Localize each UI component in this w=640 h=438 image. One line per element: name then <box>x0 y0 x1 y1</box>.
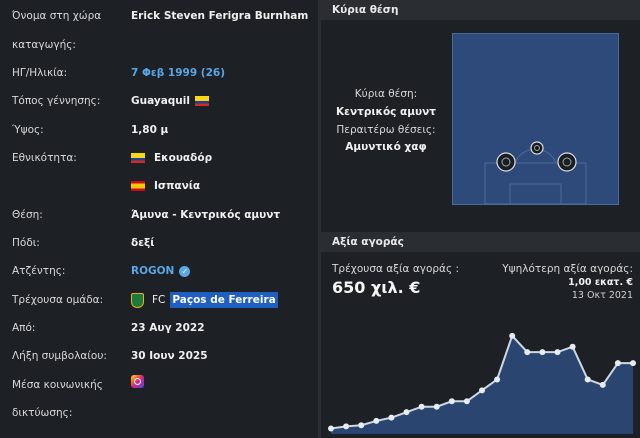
market-value-point[interactable] <box>448 398 455 405</box>
nationality-ecuador[interactable]: Εκουαδόρ <box>131 152 212 164</box>
market-value-point[interactable] <box>584 376 591 383</box>
market-value-point[interactable] <box>463 398 470 405</box>
value-birthplace: Guayaquil <box>131 95 209 107</box>
instagram-icon[interactable] <box>131 375 144 388</box>
highest-value: 1,00 εκατ. € <box>568 277 633 288</box>
value-contract: 30 Ιουν 2025 <box>131 350 208 362</box>
market-value-point[interactable] <box>569 343 576 350</box>
market-value-point[interactable] <box>418 403 425 410</box>
market-value-title: Αξία αγοράς <box>321 232 640 252</box>
current-value-label: Τρέχουσα αξία αγοράς : <box>332 263 460 275</box>
label-current-club: Τρέχουσα ομάδα: <box>12 294 104 306</box>
label-position: Θέση: <box>12 209 43 221</box>
pitch-svg <box>452 33 619 205</box>
ecuador-flag-icon <box>194 96 209 106</box>
birthdate-link[interactable]: 7 Φεβ 1999 (26) <box>131 67 225 79</box>
label-foot: Πόδι: <box>12 237 40 249</box>
label-birthdate: ΗΓ/Ηλικία: <box>12 67 68 79</box>
market-value-point[interactable] <box>494 376 501 383</box>
label-birthplace: Τόπος γέννησης: <box>12 95 101 107</box>
position-marker-dm <box>530 141 544 155</box>
label-nationality: Εθνικότητα: <box>12 152 77 164</box>
current-value: 650 χιλ. € <box>332 278 421 297</box>
position-markers <box>496 141 577 172</box>
other-positions-label: Περαιτέρω θέσεις: <box>336 124 436 136</box>
market-value-point[interactable] <box>373 417 380 424</box>
label-social-2: δικτύωσης: <box>12 407 73 419</box>
label-height: Ύψος: <box>12 124 44 136</box>
position-marker-right-cb <box>557 152 577 172</box>
ecuador-flag-icon <box>131 153 145 163</box>
current-club-link[interactable]: FC Paços de Ferreira <box>131 292 278 308</box>
club-crest-icon <box>131 292 144 308</box>
market-value-point[interactable] <box>479 387 485 394</box>
position-pitch <box>452 33 619 205</box>
agent-link[interactable]: ROGON ✓ <box>131 265 191 277</box>
label-native-name: Όνομα στη χώρα <box>12 10 102 22</box>
market-value-point[interactable] <box>328 425 334 432</box>
right-column: Κύρια θέση Κύρια θέση: Κεντρικός αμυντ Π… <box>321 0 640 438</box>
market-value-point[interactable] <box>403 409 410 416</box>
main-position-label: Κύρια θέση: <box>354 88 418 100</box>
market-value-point[interactable] <box>358 422 365 429</box>
position-panel-title: Κύρια θέση <box>321 0 640 20</box>
market-value-point[interactable] <box>388 414 395 421</box>
market-value-point[interactable] <box>630 360 636 367</box>
market-value-chart[interactable] <box>321 310 640 438</box>
market-value-point[interactable] <box>554 349 561 356</box>
main-position-value: Κεντρικός αμυντ <box>336 106 436 118</box>
market-value-point[interactable] <box>599 381 606 388</box>
market-value-point[interactable] <box>343 423 350 430</box>
label-contract: Λήξη συμβολαίου: <box>12 350 107 362</box>
position-marker-left-cb <box>496 152 516 172</box>
highest-value-label: Υψηλότερη αξία αγοράς: <box>502 263 633 275</box>
instagram-link[interactable] <box>131 375 144 388</box>
highest-value-date: 13 Οκτ 2021 <box>571 290 633 301</box>
other-positions-value: Αμυντικό χαφ <box>345 141 427 153</box>
verified-icon: ✓ <box>179 265 191 277</box>
market-value-point[interactable] <box>539 349 546 356</box>
profile-panel: Όνομα στη χώρα καταγωγής: ΗΓ/Ηλικία: Τόπ… <box>0 0 318 438</box>
value-foot: δεξί <box>131 237 155 249</box>
market-value-point[interactable] <box>524 349 531 356</box>
nationality-spain[interactable]: Ισπανία <box>131 180 200 192</box>
market-value-point[interactable] <box>433 403 440 410</box>
spain-flag-icon <box>131 181 145 191</box>
market-value-point[interactable] <box>509 332 516 339</box>
label-joined: Από: <box>12 322 36 334</box>
label-social: Μέσα κοινωνικής <box>12 379 103 391</box>
value-native-name: Erick Steven Ferigra Burnham <box>131 10 309 22</box>
market-value-point[interactable] <box>614 360 621 367</box>
label-agent: Ατζέντης: <box>12 265 66 277</box>
value-joined: 23 Αυγ 2022 <box>131 322 205 334</box>
value-position: Άμυνα - Κεντρικός αμυντ <box>131 209 281 221</box>
value-height: 1,80 μ <box>131 124 169 136</box>
label-native-name-2: καταγωγής: <box>12 39 76 51</box>
